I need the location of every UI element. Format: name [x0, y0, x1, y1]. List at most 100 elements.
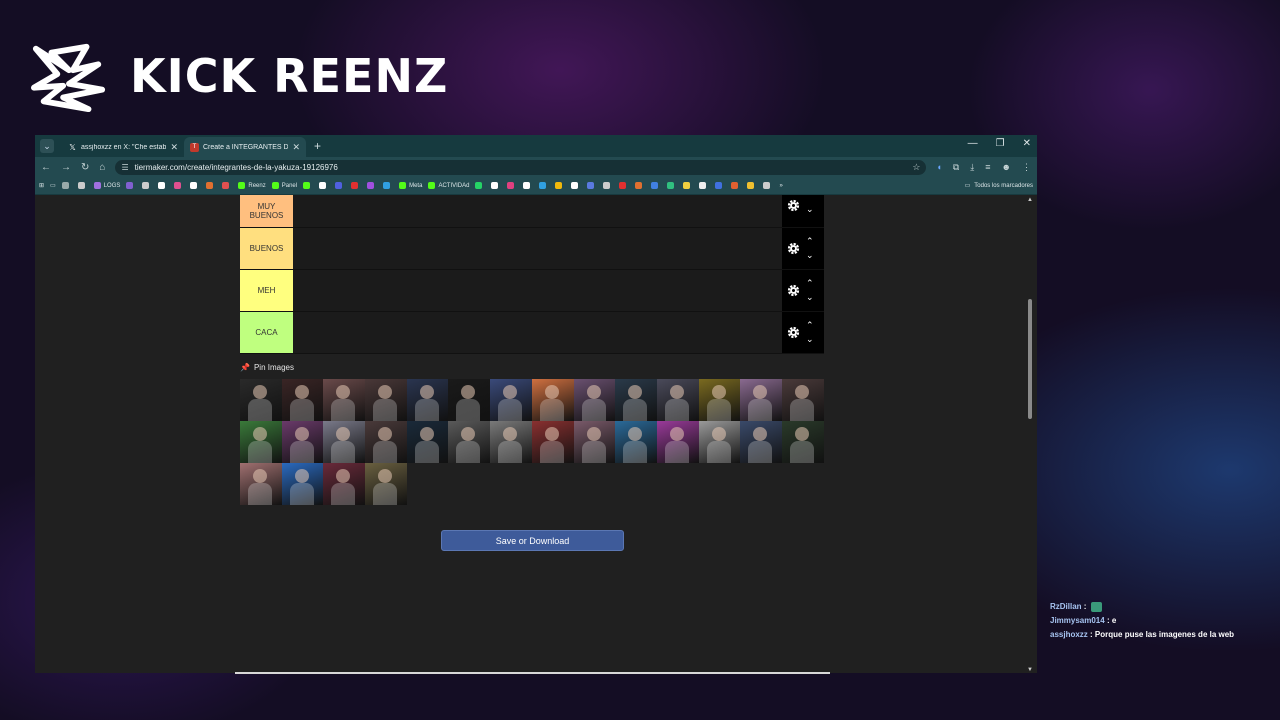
address-bar[interactable]: ☰ tiermaker.com/create/integrantes-de-la… — [115, 159, 927, 175]
page-scrollbar[interactable]: ▲ ▼ — [1027, 197, 1034, 673]
bookmark-item[interactable] — [351, 182, 361, 189]
tier-image-thumbnail[interactable] — [323, 463, 366, 505]
tier-image-thumbnail[interactable] — [323, 379, 366, 421]
download-icon[interactable]: ⤓ — [970, 162, 974, 173]
menu-icon[interactable]: ⋮ — [1022, 162, 1031, 173]
tier-image-thumbnail[interactable] — [740, 379, 782, 421]
tier-image-thumbnail[interactable] — [740, 421, 782, 463]
chevron-down-icon[interactable]: ⌄ — [806, 335, 814, 344]
bookmark-item[interactable] — [683, 182, 693, 189]
gear-icon[interactable] — [786, 198, 801, 213]
tier-image-thumbnail[interactable] — [781, 421, 824, 463]
bookmark-item[interactable]: Meta — [399, 182, 422, 189]
tier-image-thumbnail[interactable] — [698, 379, 741, 421]
tier-image-thumbnail[interactable] — [531, 379, 574, 421]
profile-avatar-icon[interactable]: ☻ — [1002, 162, 1011, 173]
chevron-up-icon[interactable]: ⌃ — [806, 321, 814, 330]
bookmark-item[interactable] — [335, 182, 345, 189]
tier-image-thumbnail[interactable] — [490, 379, 532, 421]
tier-image-thumbnail[interactable] — [573, 379, 616, 421]
tier-image-thumbnail[interactable] — [781, 379, 824, 421]
tier-image-thumbnail[interactable] — [448, 379, 491, 421]
tier-image-thumbnail[interactable] — [573, 421, 616, 463]
bookmark-item[interactable] — [77, 182, 88, 189]
tab-tiermaker[interactable]: T Create a INTEGRANTES DE LA ... ✕ — [184, 137, 306, 157]
tier-label[interactable]: BUENOS — [240, 228, 293, 269]
close-icon[interactable]: ✕ — [170, 142, 178, 153]
bookmark-item[interactable] — [319, 182, 329, 189]
all-bookmarks-button[interactable]: ▭ Todos los marcadores — [965, 182, 1033, 190]
minimize-icon[interactable]: — — [968, 138, 978, 149]
tier-drop-zone[interactable] — [293, 312, 782, 353]
tier-image-thumbnail[interactable] — [365, 463, 407, 505]
tier-image-thumbnail[interactable] — [698, 421, 741, 463]
bookmark-item[interactable] — [747, 182, 757, 189]
chevron-up-icon[interactable]: ⌃ — [806, 279, 814, 288]
bookmark-item[interactable] — [715, 182, 725, 189]
new-tab-button[interactable]: + — [314, 139, 321, 153]
bookmark-item[interactable] — [206, 182, 216, 189]
tier-label[interactable]: CACA — [240, 312, 293, 353]
tab-search-button[interactable]: ⌄ — [40, 139, 54, 153]
tab-twitter[interactable]: 𝕏 assjhoxzz en X: "Che estaba al ... ✕ — [62, 137, 184, 157]
folder-icon[interactable]: ▭ — [50, 182, 56, 189]
bookmark-item[interactable] — [126, 182, 136, 189]
bookmark-item[interactable] — [475, 182, 485, 189]
chevron-down-icon[interactable]: ⌄ — [806, 251, 814, 260]
bookmark-item[interactable] — [142, 182, 152, 189]
close-icon[interactable]: ✕ — [292, 142, 300, 153]
bookmark-item[interactable] — [699, 182, 709, 189]
bookmark-item[interactable] — [190, 182, 200, 189]
forward-icon[interactable]: → — [61, 162, 71, 173]
tier-image-thumbnail[interactable] — [615, 379, 657, 421]
save-download-button[interactable]: Save or Download — [441, 530, 624, 551]
bookmark-item[interactable] — [491, 182, 501, 189]
tier-label[interactable]: MUY BUENOS — [240, 195, 293, 227]
tier-image-thumbnail[interactable] — [240, 379, 282, 421]
tier-image-thumbnail[interactable] — [365, 379, 407, 421]
pin-images-toggle[interactable]: 📌 Pin Images — [240, 363, 294, 372]
bookmarks-overflow-button[interactable]: » — [779, 183, 782, 189]
tier-image-thumbnail[interactable] — [615, 421, 657, 463]
bookmark-item[interactable] — [635, 182, 645, 189]
tier-image-thumbnail[interactable] — [365, 421, 407, 463]
bookmark-item[interactable] — [731, 182, 741, 189]
reload-icon[interactable]: ↻ — [81, 162, 89, 173]
tier-drop-zone[interactable] — [293, 195, 782, 227]
tier-image-thumbnail[interactable] — [240, 421, 282, 463]
chevron-down-icon[interactable]: ⌄ — [806, 205, 814, 214]
bookmark-item[interactable] — [603, 182, 613, 189]
bookmark-item[interactable] — [651, 182, 661, 189]
bookmark-item[interactable] — [303, 182, 313, 189]
tier-image-thumbnail[interactable] — [406, 421, 449, 463]
bookmark-item[interactable] — [523, 182, 533, 189]
tier-image-thumbnail[interactable] — [656, 421, 699, 463]
tier-image-thumbnail[interactable] — [240, 463, 282, 505]
bookmark-star-icon[interactable]: ☆ — [912, 162, 920, 173]
tier-image-thumbnail[interactable] — [323, 421, 366, 463]
tier-label[interactable]: MEH — [240, 270, 293, 311]
back-icon[interactable]: ← — [41, 162, 51, 173]
site-info-icon[interactable]: ☰ — [121, 163, 128, 172]
tier-image-thumbnail[interactable] — [490, 421, 532, 463]
media-icon[interactable]: ≡ — [985, 162, 990, 173]
bookmark-item[interactable] — [555, 182, 565, 189]
apps-icon[interactable]: ⊞ — [39, 182, 44, 189]
url-text[interactable]: tiermaker.com/create/integrantes-de-la-y… — [135, 163, 338, 172]
tier-image-thumbnail[interactable] — [281, 421, 324, 463]
restore-icon[interactable]: ❐ — [996, 138, 1005, 149]
tier-image-thumbnail[interactable] — [531, 421, 574, 463]
tier-drop-zone[interactable] — [293, 270, 782, 311]
bookmark-item[interactable]: Panel — [271, 182, 297, 189]
bookmark-item[interactable] — [619, 182, 629, 189]
gear-icon[interactable] — [786, 283, 801, 298]
tier-image-thumbnail[interactable] — [281, 463, 324, 505]
scroll-down-icon[interactable]: ▼ — [1027, 667, 1033, 673]
bookmark-item[interactable] — [539, 182, 549, 189]
gear-icon[interactable] — [786, 325, 801, 340]
tier-image-thumbnail[interactable] — [656, 379, 699, 421]
bookmark-item[interactable] — [174, 182, 184, 189]
tier-image-thumbnail[interactable] — [281, 379, 324, 421]
chevron-down-icon[interactable]: ⌄ — [806, 293, 814, 302]
bookmark-item[interactable] — [367, 182, 377, 189]
